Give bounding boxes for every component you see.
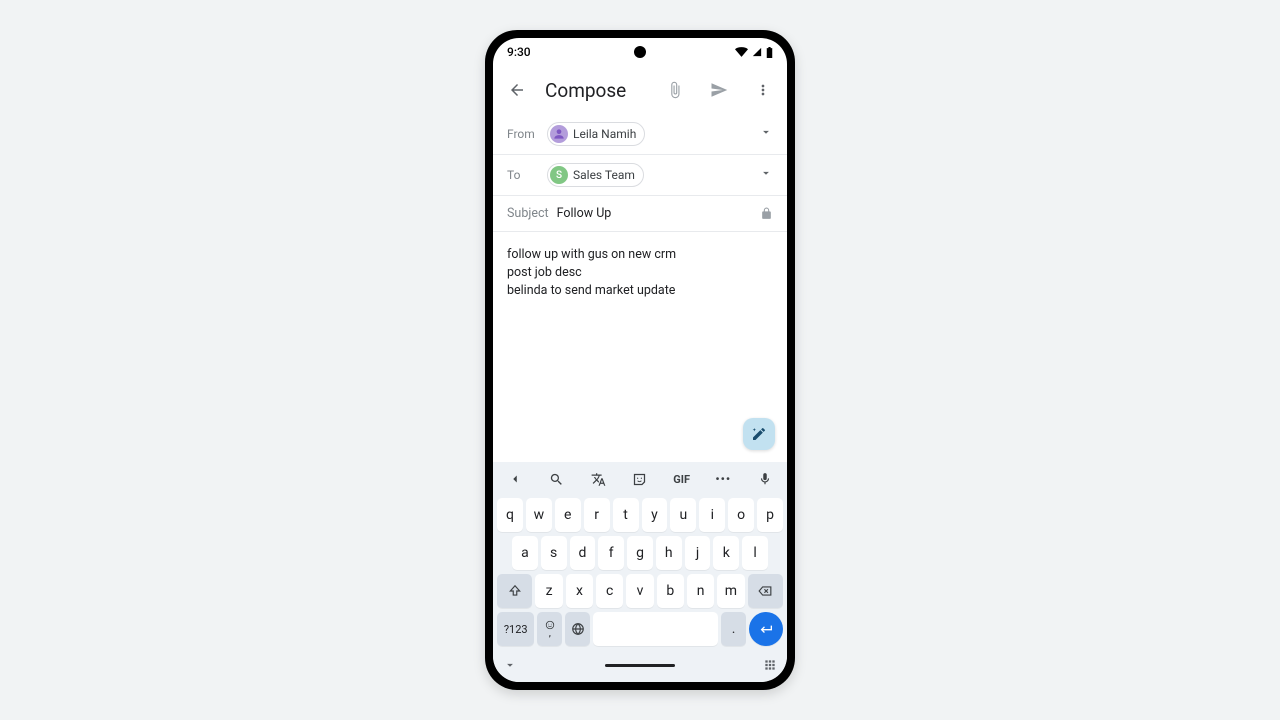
body-line: post job desc [507,264,773,282]
kb-search[interactable] [543,472,571,487]
camera-cutout [634,46,646,58]
phone-frame: 9:30 Compose From [485,30,795,690]
search-icon [549,472,564,487]
arrow-back-icon [508,81,526,99]
shift-icon [508,584,522,598]
send-icon [710,81,728,99]
wifi-icon [735,47,748,57]
key-w[interactable]: w [526,498,552,532]
to-expand[interactable] [759,166,773,184]
key-v[interactable]: v [626,574,653,608]
screen: 9:30 Compose From [493,38,787,682]
key-space[interactable] [593,612,718,646]
key-globe[interactable] [565,612,590,646]
nav-handle[interactable] [605,664,675,667]
key-x[interactable]: x [566,574,593,608]
keyboard-keys: q w e r t y u i o p a s d f g [493,496,787,652]
key-k[interactable]: k [713,536,739,570]
from-avatar [550,125,568,143]
key-z[interactable]: z [535,574,562,608]
attach-button[interactable] [659,74,691,106]
chevron-down-icon[interactable] [503,658,517,672]
key-p[interactable]: p [757,498,783,532]
kb-back[interactable] [501,472,529,486]
more-vert-icon [755,82,771,98]
from-row[interactable]: From Leila Namih [493,114,787,155]
key-e[interactable]: e [555,498,581,532]
subject-label: Subject [507,206,549,221]
key-l[interactable]: l [742,536,768,570]
key-o[interactable]: o [728,498,754,532]
lock-icon [760,207,773,220]
from-chip[interactable]: Leila Namih [547,122,645,146]
keyboard-bottom [493,652,787,678]
kb-sticker[interactable] [626,472,654,487]
key-s[interactable]: s [541,536,567,570]
key-y[interactable]: y [642,498,668,532]
kb-translate[interactable] [584,472,612,487]
from-label: From [507,127,547,141]
keyboard-grid-icon[interactable] [763,658,777,672]
key-enter[interactable] [749,612,783,646]
enter-icon [758,621,774,637]
to-name: Sales Team [573,168,635,182]
to-label: To [507,168,547,182]
key-period[interactable]: . [721,612,746,646]
key-g[interactable]: g [627,536,653,570]
magic-pen-icon [751,426,767,442]
key-t[interactable]: t [613,498,639,532]
key-shift[interactable] [497,574,532,608]
email-body[interactable]: follow up with gus on new crm post job d… [493,232,787,462]
signal-icon [751,47,763,57]
key-n[interactable]: n [687,574,714,608]
key-a[interactable]: a [512,536,538,570]
translate-icon [591,472,606,487]
key-u[interactable]: u [670,498,696,532]
key-f[interactable]: f [598,536,624,570]
key-q[interactable]: q [497,498,523,532]
key-j[interactable]: j [685,536,711,570]
chevron-down-icon [759,125,773,139]
to-chip[interactable]: S Sales Team [547,163,644,187]
send-button[interactable] [703,74,735,106]
magic-write-button[interactable] [743,418,775,450]
mic-icon [758,472,772,486]
chevron-left-icon [508,472,522,486]
backspace-icon [757,584,773,598]
sticker-icon [632,472,647,487]
more-button[interactable] [747,74,779,106]
from-expand[interactable] [759,125,773,143]
key-c[interactable]: c [596,574,623,608]
key-i[interactable]: i [699,498,725,532]
body-line: belinda to send market update [507,282,773,300]
key-r[interactable]: r [584,498,610,532]
globe-icon [571,622,585,636]
kb-mic[interactable] [751,472,779,486]
key-b[interactable]: b [657,574,684,608]
subject-row[interactable]: Subject Follow Up [493,196,787,232]
from-name: Leila Namih [573,127,636,141]
subject-value: Follow Up [557,206,760,221]
key-m[interactable]: m [717,574,744,608]
to-avatar: S [550,166,568,184]
kb-more[interactable]: ••• [709,472,737,486]
body-line: follow up with gus on new crm [507,246,773,264]
key-symbols[interactable]: ?123 [497,612,534,646]
page-title: Compose [545,79,647,102]
chevron-down-icon [759,166,773,180]
back-button[interactable] [501,74,533,106]
status-icons [735,47,773,58]
to-row[interactable]: To S Sales Team [493,155,787,196]
keyboard: GIF ••• q w e r t y u i o p [493,462,787,682]
key-backspace[interactable] [748,574,783,608]
key-h[interactable]: h [656,536,682,570]
kb-gif[interactable]: GIF [668,473,696,486]
key-emoji-comma[interactable]: , [537,612,562,646]
keyboard-toolbar: GIF ••• [493,462,787,496]
clock: 9:30 [507,45,531,59]
attachment-icon [666,81,684,99]
app-bar: Compose [493,66,787,114]
battery-icon [766,47,773,58]
key-d[interactable]: d [570,536,596,570]
